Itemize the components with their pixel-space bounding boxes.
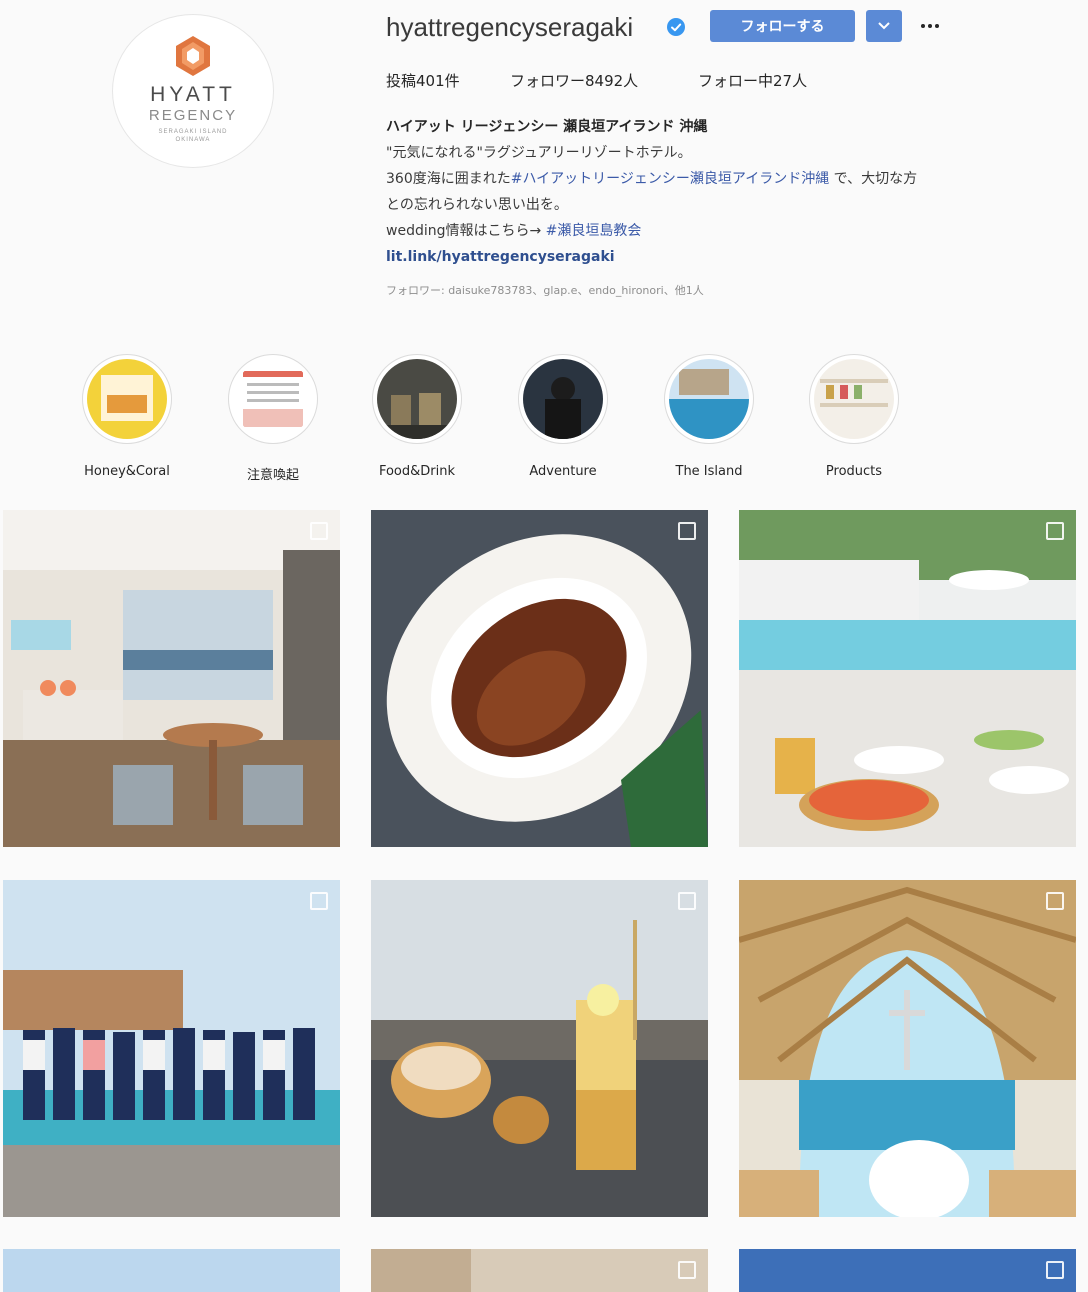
multiple-photos-icon [310, 892, 328, 910]
multiple-photos-icon [1046, 892, 1064, 910]
bio-line-4: wedding情報はこちら→ #瀬良垣島教会 [386, 223, 642, 239]
post-partial-interior[interactable] [371, 1249, 708, 1292]
avatar-brand-line1: HYATT [150, 82, 236, 106]
highlight-thumbnail [523, 359, 603, 439]
stat-posts: 投稿401件 [386, 72, 460, 90]
profile-username: hyattregencyseragaki [386, 12, 634, 42]
post-chapel-wedding[interactable] [739, 880, 1076, 1217]
highlight-thumbnail [87, 359, 167, 439]
highlight-thumbnail [669, 359, 749, 439]
more-options-icon[interactable] [914, 10, 946, 42]
bio-line-1: "元気になれる"ラグジュアリーリゾートホテル。 [386, 145, 692, 161]
highlight-thumbnail [233, 359, 313, 439]
highlight-thumbnail [377, 359, 457, 439]
post-poolside-dining[interactable] [739, 510, 1076, 847]
post-partial-sky[interactable] [3, 1249, 340, 1292]
post-pastry-drink[interactable] [371, 880, 708, 1217]
bio-hashtag-chapel[interactable]: #瀬良垣島教会 [546, 223, 642, 239]
highlight-adventure[interactable]: Adventure [508, 354, 618, 479]
highlight-notice[interactable]: 注意喚起 [218, 354, 328, 483]
multiple-photos-icon [678, 1261, 696, 1279]
avatar-brand-line2: REGENCY [148, 106, 238, 124]
followed-by-text[interactable]: フォロワー: daisuke783783、glap.e、endo_hironor… [386, 282, 704, 298]
multiple-photos-icon [678, 522, 696, 540]
stat-following[interactable]: フォロー中27人 [698, 70, 807, 91]
follow-button[interactable]: フォローする [710, 10, 855, 42]
verified-badge-icon [667, 18, 685, 36]
multiple-photos-icon [310, 522, 328, 540]
stat-followers[interactable]: フォロワー8492人 [510, 70, 638, 91]
bio-line-3: との忘れられない思い出を。 [386, 197, 568, 213]
suggestions-dropdown-button[interactable] [866, 10, 902, 42]
bio-website-link[interactable]: lit.link/hyattregencyseragaki [386, 244, 1066, 270]
bio-line-2: 360度海に囲まれた#ハイアットリージェンシー瀬良垣アイランド沖縄 で、大切な方 [386, 171, 918, 187]
highlight-food-drink[interactable]: Food&Drink [362, 354, 472, 479]
chevron-down-icon [878, 22, 890, 30]
multiple-photos-icon [1046, 522, 1064, 540]
post-hotel-room[interactable] [3, 510, 340, 847]
bio-hashtag-hotel[interactable]: #ハイアットリージェンシー瀬良垣アイランド沖縄 [511, 171, 829, 187]
highlight-the-island[interactable]: The Island [654, 354, 764, 479]
multiple-photos-icon [1046, 1261, 1064, 1279]
highlight-thumbnail [814, 359, 894, 439]
post-steak-plate[interactable] [371, 510, 708, 847]
profile-bio: ハイアット リージェンシー 瀬良垣アイランド 沖縄 "元気になれる"ラグジュアリ… [386, 114, 1066, 270]
hyatt-logo-icon [176, 35, 210, 76]
highlight-products[interactable]: Products [799, 354, 909, 479]
highlight-honey-coral[interactable]: Honey&Coral [72, 354, 182, 479]
bio-display-name: ハイアット リージェンシー 瀬良垣アイランド 沖縄 [386, 119, 708, 135]
post-staff-group-photo[interactable] [3, 880, 340, 1217]
avatar-brand-line3: SERAGAKI ISLAND OKINAWA [158, 128, 228, 143]
profile-avatar[interactable]: HYATT REGENCY SERAGAKI ISLAND OKINAWA [112, 14, 274, 168]
post-partial-blue[interactable] [739, 1249, 1076, 1292]
multiple-photos-icon [678, 892, 696, 910]
